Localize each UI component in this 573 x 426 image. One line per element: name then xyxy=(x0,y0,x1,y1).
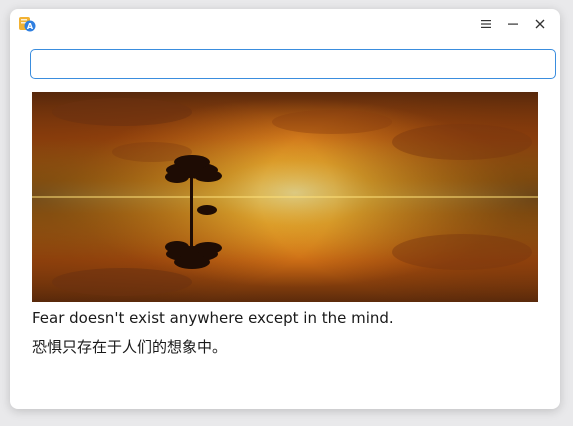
quote-chinese: 恐惧只存在于人们的想象中。 xyxy=(32,338,228,356)
quote-english: Fear doesn't exist anywhere except in th… xyxy=(32,309,394,327)
close-button[interactable] xyxy=(530,14,550,34)
minimize-button[interactable] xyxy=(503,14,523,34)
app-translator-icon: A xyxy=(18,15,36,33)
hamburger-menu-icon xyxy=(480,15,492,34)
search-input[interactable] xyxy=(30,49,556,79)
title-bar: A xyxy=(10,9,560,39)
menu-button[interactable] xyxy=(476,14,496,34)
app-window: A Fear doesn't exist anywhere except in … xyxy=(10,9,560,409)
close-icon xyxy=(534,15,546,34)
minimize-icon xyxy=(507,15,519,34)
svg-text:A: A xyxy=(27,22,34,31)
sunset-lone-tree-reflection-photo xyxy=(32,92,538,302)
